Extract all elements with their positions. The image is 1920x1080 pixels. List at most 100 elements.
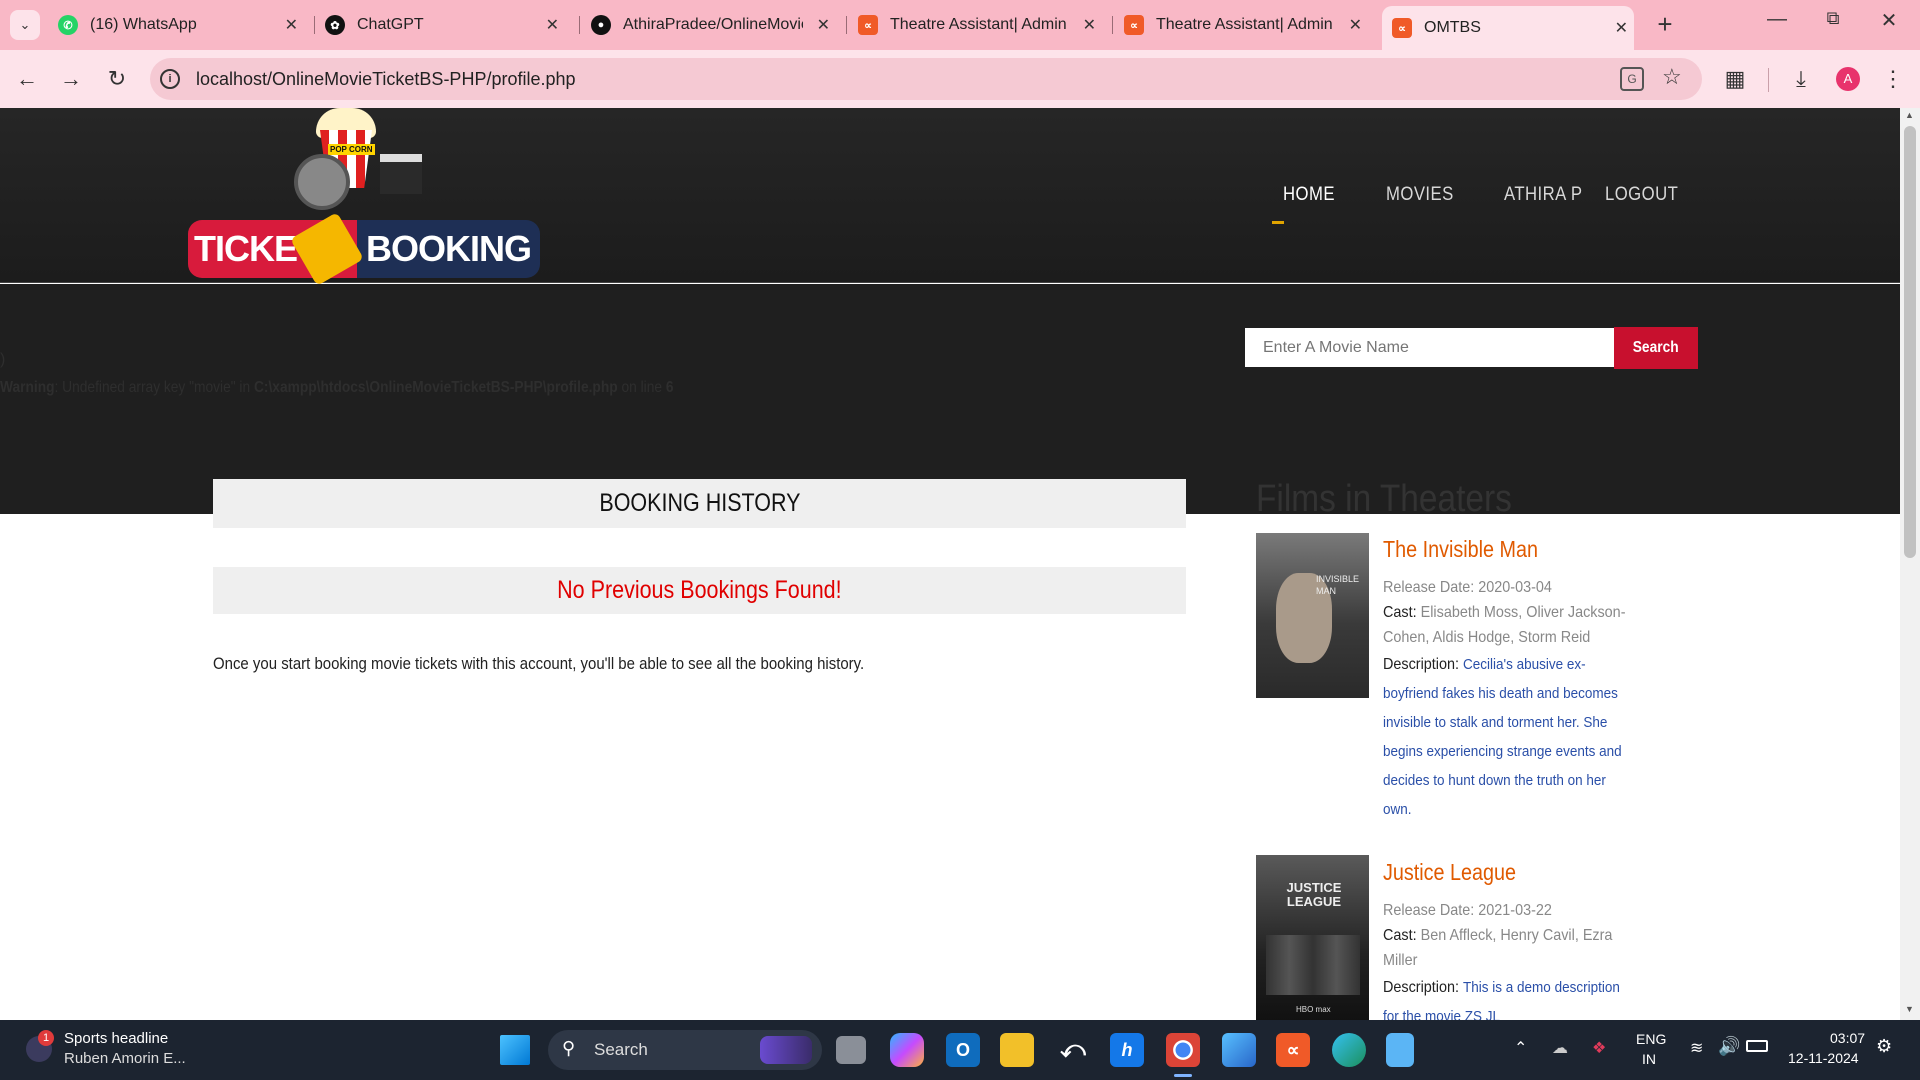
close-icon[interactable]: ✕ bbox=[1349, 15, 1362, 35]
new-tab-button[interactable]: + bbox=[1650, 10, 1680, 40]
film-poster[interactable]: JUSTICE LEAGUE HBO max bbox=[1256, 855, 1369, 1020]
file-explorer-icon[interactable] bbox=[1000, 1033, 1034, 1067]
description-label: Description: bbox=[1383, 979, 1464, 996]
news-title: Sports headline bbox=[64, 1030, 169, 1047]
scroll-down-icon[interactable]: ▼ bbox=[1905, 1004, 1914, 1014]
film-poster[interactable]: INVISIBLE MAN bbox=[1256, 533, 1369, 698]
url-text[interactable]: localhost/OnlineMovieTicketBS-PHP/profil… bbox=[196, 69, 576, 90]
tab-whatsapp[interactable]: ✆ (16) WhatsApp ✕ bbox=[58, 8, 304, 42]
translate-icon[interactable]: G bbox=[1620, 67, 1644, 91]
menu-button[interactable]: ⋮ bbox=[1878, 64, 1908, 94]
release-date: 2021-03-22 bbox=[1478, 902, 1552, 919]
film-reel-icon bbox=[294, 154, 350, 210]
hackerrank-icon[interactable]: h bbox=[1110, 1033, 1144, 1067]
tab-title: ChatGPT bbox=[357, 16, 424, 33]
nav-user-name[interactable]: ATHIRA P bbox=[1504, 184, 1582, 206]
volume-icon[interactable]: 🔊 bbox=[1718, 1036, 1740, 1057]
xampp-icon: ∝ bbox=[858, 15, 878, 35]
close-window-button[interactable]: ✕ bbox=[1874, 8, 1904, 38]
taskbar-search-box[interactable]: ⚲ Search bbox=[548, 1030, 822, 1070]
close-icon[interactable]: ✕ bbox=[285, 15, 298, 35]
xampp-icon: ∝ bbox=[1392, 18, 1412, 38]
nav-logout[interactable]: LOGOUT bbox=[1605, 184, 1678, 206]
downloads-button[interactable]: ⤓ bbox=[1786, 64, 1816, 94]
download-icon: ⤓ bbox=[1796, 66, 1806, 91]
warning-text-2: on line bbox=[617, 379, 666, 396]
windows-start-icon[interactable] bbox=[500, 1035, 530, 1065]
search-button-label: Search bbox=[1633, 339, 1679, 356]
search-highlight-icon bbox=[760, 1036, 812, 1064]
close-icon[interactable]: ✕ bbox=[817, 15, 830, 35]
warning-text: : Undefined array key "movie" in bbox=[54, 379, 254, 396]
booking-info-text-content: Once you start booking movie tickets wit… bbox=[213, 654, 865, 673]
restore-button[interactable]: ⧉ bbox=[1818, 8, 1848, 38]
film-title-link[interactable]: Justice League bbox=[1383, 859, 1516, 886]
clock-date[interactable]: 12-11-2024 bbox=[1788, 1050, 1859, 1066]
films-in-theaters-title: Films in Theaters bbox=[1256, 478, 1512, 520]
reload-icon: ↻ bbox=[107, 66, 127, 91]
close-icon[interactable]: ✕ bbox=[1083, 15, 1096, 35]
clock-time[interactable]: 03:07 bbox=[1830, 1030, 1865, 1046]
news-widget[interactable]: 1 Sports headline Ruben Amorin E... bbox=[22, 1028, 202, 1072]
poster-logo: HBO max bbox=[1296, 1005, 1331, 1014]
edge-icon[interactable] bbox=[1332, 1033, 1366, 1067]
active-app-indicator bbox=[1174, 1074, 1192, 1077]
description-line: own. bbox=[1383, 801, 1412, 818]
site-logo[interactable]: POP CORN TICKE BOOKING bbox=[188, 108, 540, 286]
github-icon: ● bbox=[591, 15, 611, 35]
nav-home[interactable]: HOME bbox=[1283, 184, 1335, 206]
tab-theatre-admin-2[interactable]: ∝ Theatre Assistant| Admin ✕ bbox=[1124, 8, 1368, 42]
description-text: Cecilia's abusive ex- bbox=[1463, 656, 1586, 673]
photos-icon[interactable] bbox=[1222, 1033, 1256, 1067]
search-button[interactable]: Search bbox=[1614, 327, 1698, 369]
page-scrollbar[interactable]: ▲ ▼ bbox=[1900, 108, 1920, 1020]
language-indicator-bottom[interactable]: IN bbox=[1642, 1051, 1656, 1067]
film-title-link[interactable]: The Invisible Man bbox=[1383, 536, 1538, 563]
poster-caption: INVISIBLE MAN bbox=[1316, 574, 1360, 596]
onedrive-icon[interactable]: ☁ bbox=[1552, 1038, 1568, 1058]
wifi-icon[interactable]: ≋ bbox=[1690, 1038, 1703, 1058]
battery-icon[interactable] bbox=[1746, 1040, 1768, 1052]
show-hidden-icons-icon[interactable]: ⌃ bbox=[1514, 1038, 1527, 1058]
cast-text-2: Cohen, Aldis Hodge, Storm Reid bbox=[1383, 629, 1591, 646]
news-subtitle: Ruben Amorin E... bbox=[64, 1050, 186, 1067]
task-view-icon[interactable] bbox=[836, 1036, 866, 1064]
tab-theatre-admin-1[interactable]: ∝ Theatre Assistant| Admin ✕ bbox=[858, 8, 1102, 42]
xampp-icon[interactable]: ∝ bbox=[1276, 1033, 1310, 1067]
site-header: POP CORN TICKE BOOKING HOME MOVIES ATHIR… bbox=[0, 108, 1900, 286]
description-label: Description: bbox=[1383, 656, 1464, 673]
scrollbar-thumb[interactable] bbox=[1904, 126, 1916, 558]
app-tray-icon[interactable]: ❖ bbox=[1592, 1038, 1606, 1058]
release-date: 2020-03-04 bbox=[1478, 579, 1552, 596]
back-button[interactable]: ← bbox=[12, 64, 42, 94]
bookmark-star-icon[interactable]: ☆ bbox=[1662, 64, 1682, 90]
close-icon[interactable]: ✕ bbox=[546, 15, 559, 35]
tab-github[interactable]: ● AthiraPradee/OnlineMovie ✕ bbox=[591, 8, 836, 42]
vscode-like-icon[interactable]: ⤺ bbox=[1056, 1033, 1090, 1067]
address-bar[interactable]: i localhost/OnlineMovieTicketBS-PHP/prof… bbox=[150, 58, 1702, 100]
chrome-icon[interactable] bbox=[1166, 1033, 1200, 1067]
movie-search-input[interactable] bbox=[1245, 328, 1614, 367]
scroll-up-icon[interactable]: ▲ bbox=[1905, 110, 1914, 120]
tab-title: (16) WhatsApp bbox=[90, 16, 197, 33]
kebab-menu-icon: ⋮ bbox=[1882, 66, 1904, 91]
tab-search-button[interactable]: ⌄ bbox=[10, 10, 40, 40]
forward-button[interactable]: → bbox=[56, 64, 86, 94]
tab-omtbs[interactable]: ∝ OMTBS ✕ bbox=[1382, 6, 1634, 50]
notification-center-icon[interactable]: ⚙ bbox=[1876, 1036, 1892, 1057]
close-icon[interactable]: ✕ bbox=[1615, 18, 1628, 38]
outlook-icon[interactable]: O bbox=[946, 1033, 980, 1067]
copilot-icon[interactable] bbox=[890, 1033, 924, 1067]
tab-chatgpt[interactable]: ✿ ChatGPT ✕ bbox=[325, 8, 565, 42]
tab-title: Theatre Assistant| Admin bbox=[890, 16, 1067, 33]
site-info-icon[interactable]: i bbox=[160, 69, 180, 89]
description-line: boyfriend fakes his death and becomes bbox=[1383, 685, 1618, 702]
minimize-button[interactable]: — bbox=[1762, 8, 1792, 38]
nav-movies[interactable]: MOVIES bbox=[1386, 184, 1454, 206]
reload-button[interactable]: ↻ bbox=[102, 64, 132, 94]
no-bookings-message: No Previous Bookings Found! bbox=[557, 576, 842, 604]
language-indicator-top[interactable]: ENG bbox=[1636, 1031, 1666, 1047]
profile-avatar[interactable]: A bbox=[1836, 67, 1860, 91]
notepad-icon[interactable] bbox=[1386, 1033, 1414, 1067]
extensions-button[interactable]: ▦ bbox=[1720, 64, 1750, 94]
